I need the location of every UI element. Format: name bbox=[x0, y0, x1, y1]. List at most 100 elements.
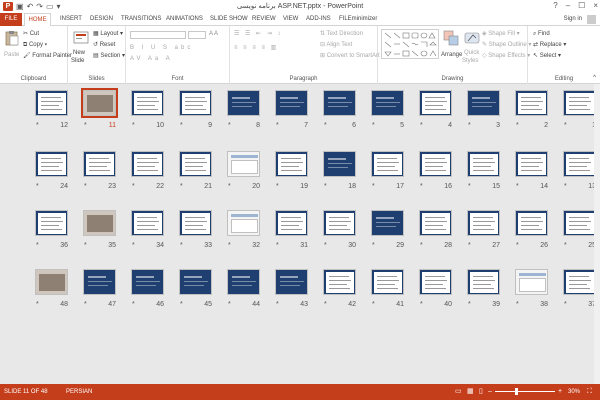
slide-thumbnail[interactable] bbox=[323, 269, 356, 295]
slide-thumbnail[interactable] bbox=[563, 90, 596, 116]
slide-animation-star[interactable]: * bbox=[468, 122, 471, 130]
slide-thumbnail[interactable] bbox=[467, 151, 500, 177]
slide-thumbnail[interactable] bbox=[323, 210, 356, 236]
zoom-level[interactable]: 30% bbox=[568, 384, 580, 400]
shape-fill-button[interactable]: ◈ Shape Fill ▾ bbox=[482, 30, 520, 38]
list-buttons[interactable]: ☰ ☰ ⇤ ⇥ ↕ bbox=[234, 30, 282, 38]
slide-animation-star[interactable]: * bbox=[36, 301, 39, 309]
tab-add-ins[interactable]: ADD-INS bbox=[306, 13, 331, 26]
slide-thumbnail[interactable] bbox=[563, 269, 596, 295]
font-color-buttons[interactable]: AV Aa A bbox=[130, 55, 173, 63]
slide-animation-star[interactable]: * bbox=[84, 242, 87, 250]
reset-button[interactable]: ↺ Reset bbox=[93, 41, 115, 49]
slide-animation-star[interactable]: * bbox=[420, 301, 423, 309]
slide-thumbnail[interactable] bbox=[35, 210, 68, 236]
slide-animation-star[interactable]: * bbox=[372, 242, 375, 250]
avatar[interactable] bbox=[587, 15, 596, 24]
slide-thumbnail[interactable] bbox=[563, 210, 596, 236]
slide-animation-star[interactable]: * bbox=[372, 183, 375, 191]
slide-animation-star[interactable]: * bbox=[276, 242, 279, 250]
slide-animation-star[interactable]: * bbox=[132, 242, 135, 250]
slide-animation-star[interactable]: * bbox=[276, 122, 279, 130]
tab-transitions[interactable]: TRANSITIONS bbox=[121, 13, 161, 26]
slide-thumbnail[interactable] bbox=[179, 90, 212, 116]
tab-insert[interactable]: INSERT bbox=[60, 13, 82, 26]
slide-thumbnail[interactable] bbox=[227, 269, 260, 295]
save-icon[interactable]: ▣ bbox=[16, 1, 24, 12]
arrange-button[interactable]: Arrange bbox=[441, 51, 462, 59]
slide-sorter-view-icon[interactable]: ▦ bbox=[467, 384, 474, 400]
slide-animation-star[interactable]: * bbox=[228, 122, 231, 130]
tab-file[interactable]: FILE bbox=[0, 13, 22, 26]
find-button[interactable]: ⌕ Find bbox=[533, 30, 550, 38]
slide-animation-star[interactable]: * bbox=[180, 122, 183, 130]
select-button[interactable]: ↖ Select ▾ bbox=[533, 52, 561, 60]
slide-thumbnail[interactable] bbox=[323, 90, 356, 116]
customize-qat-icon[interactable]: ▾ bbox=[57, 1, 61, 12]
font-name-combo[interactable] bbox=[130, 31, 186, 39]
vertical-scrollbar[interactable] bbox=[594, 84, 600, 384]
shapes-gallery[interactable] bbox=[381, 29, 439, 59]
paste-icon[interactable] bbox=[4, 30, 20, 46]
slide-thumbnail[interactable] bbox=[131, 269, 164, 295]
slide-thumbnail[interactable] bbox=[275, 210, 308, 236]
align-text-button[interactable]: ⊟ Align Text bbox=[320, 41, 352, 49]
slide-animation-star[interactable]: * bbox=[564, 183, 567, 191]
slide-thumbnail[interactable] bbox=[371, 90, 404, 116]
new-slide-icon[interactable] bbox=[73, 30, 89, 46]
slide-animation-star[interactable]: * bbox=[132, 301, 135, 309]
slide-animation-star[interactable]: * bbox=[228, 242, 231, 250]
slide-thumbnail[interactable] bbox=[35, 90, 68, 116]
slide-thumbnail[interactable] bbox=[515, 90, 548, 116]
shape-effects-button[interactable]: ◇ Shape Effects ▾ bbox=[482, 52, 530, 60]
slide-thumbnail[interactable] bbox=[227, 210, 260, 236]
slide-animation-star[interactable]: * bbox=[180, 183, 183, 191]
slide-thumbnail[interactable] bbox=[419, 90, 452, 116]
slide-thumbnail[interactable] bbox=[515, 210, 548, 236]
slide-animation-star[interactable]: * bbox=[516, 301, 519, 309]
slide-thumbnail[interactable] bbox=[371, 210, 404, 236]
slide-thumbnail[interactable] bbox=[419, 210, 452, 236]
slide-animation-star[interactable]: * bbox=[516, 122, 519, 130]
slide-thumbnail[interactable] bbox=[467, 210, 500, 236]
slide-animation-star[interactable]: * bbox=[564, 301, 567, 309]
slide-thumbnail[interactable] bbox=[323, 151, 356, 177]
quick-styles-icon[interactable] bbox=[464, 30, 480, 46]
slide-animation-star[interactable]: * bbox=[324, 301, 327, 309]
collapse-ribbon-icon[interactable]: ^ bbox=[593, 74, 596, 82]
tab-review[interactable]: REVIEW bbox=[252, 13, 276, 26]
zoom-slider-thumb[interactable] bbox=[515, 388, 518, 395]
slide-animation-star[interactable]: * bbox=[36, 183, 39, 191]
shape-outline-button[interactable]: ✎ Shape Outline ▾ bbox=[482, 41, 531, 49]
new-slide-button[interactable]: New bbox=[73, 49, 85, 57]
slide-thumbnail[interactable] bbox=[371, 269, 404, 295]
slide-animation-star[interactable]: * bbox=[132, 122, 135, 130]
font-size-combo[interactable] bbox=[188, 31, 206, 39]
slide-animation-star[interactable]: * bbox=[468, 183, 471, 191]
slide-thumbnail[interactable] bbox=[131, 151, 164, 177]
slide-animation-star[interactable]: * bbox=[324, 183, 327, 191]
sign-in-link[interactable]: Sign in bbox=[564, 13, 582, 26]
language-indicator[interactable]: PERSIAN bbox=[66, 384, 92, 400]
align-buttons[interactable]: ≡ ≡ ≡ ≡ ▥ bbox=[234, 44, 278, 52]
grow-font-icon[interactable]: A A bbox=[209, 30, 218, 38]
slide-thumbnail[interactable] bbox=[275, 269, 308, 295]
slide-animation-star[interactable]: * bbox=[276, 183, 279, 191]
slide-thumbnail[interactable] bbox=[179, 210, 212, 236]
arrange-icon[interactable] bbox=[443, 30, 459, 46]
quick-styles-button-2[interactable]: Styles bbox=[462, 57, 478, 65]
slide-animation-star[interactable]: * bbox=[36, 242, 39, 250]
tab-design[interactable]: DESIGN bbox=[90, 13, 113, 26]
slide-animation-star[interactable]: * bbox=[564, 242, 567, 250]
undo-icon[interactable]: ↶ bbox=[27, 1, 34, 12]
slide-animation-star[interactable]: * bbox=[468, 301, 471, 309]
tab-home[interactable]: HOME bbox=[24, 13, 51, 27]
slide-animation-star[interactable]: * bbox=[372, 122, 375, 130]
slide-animation-star[interactable]: * bbox=[84, 183, 87, 191]
slide-thumbnail[interactable] bbox=[515, 269, 548, 295]
slide-animation-star[interactable]: * bbox=[564, 122, 567, 130]
slide-thumbnail[interactable] bbox=[227, 151, 260, 177]
slide-animation-star[interactable]: * bbox=[228, 183, 231, 191]
zoom-out-icon[interactable]: – bbox=[488, 384, 492, 400]
slide-animation-star[interactable]: * bbox=[324, 122, 327, 130]
